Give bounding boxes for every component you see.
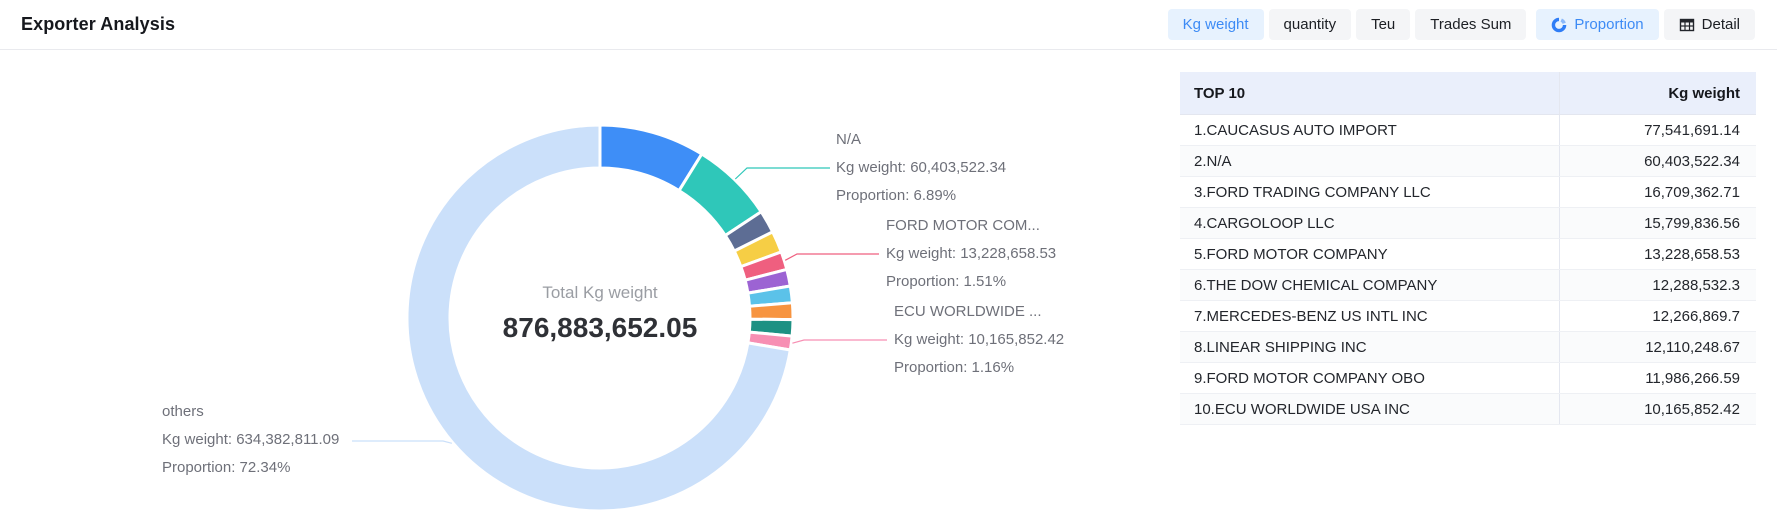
table-header-row: TOP 10 Kg weight — [1180, 72, 1756, 115]
tab-teu[interactable]: Teu — [1356, 9, 1410, 40]
company-cell: 4.CARGOLOOP LLC — [1180, 208, 1560, 238]
chart-center: Total Kg weight 876,883,652.05 — [450, 283, 750, 344]
company-cell: 7.MERCEDES-BENZ US INTL INC — [1180, 301, 1560, 331]
tab-kg-weight[interactable]: Kg weight — [1168, 9, 1264, 40]
table-header-kg-weight: Kg weight — [1560, 72, 1756, 114]
company-cell: 1.CAUCASUS AUTO IMPORT — [1180, 115, 1560, 145]
slice-label-name: N/A — [836, 126, 1006, 154]
table-header-top10: TOP 10 — [1180, 72, 1560, 114]
slice-label-kg-weight: Kg weight: 10,165,852.42 — [894, 326, 1064, 354]
slice-label-proportion: Proportion: 1.51% — [886, 268, 1056, 296]
tab-trades-sum[interactable]: Trades Sum — [1415, 9, 1526, 40]
tab-quantity[interactable]: quantity — [1269, 9, 1352, 40]
table-row-4: 4.CARGOLOOP LLC15,799,836.56 — [1180, 208, 1756, 239]
company-cell: 5.FORD MOTOR COMPANY — [1180, 239, 1560, 269]
button-label: Detail — [1702, 16, 1740, 33]
value-cell: 12,288,532.3 — [1560, 270, 1756, 300]
value-cell: 60,403,522.34 — [1560, 146, 1756, 176]
slice-label-name: ECU WORLDWIDE ... — [894, 298, 1064, 326]
value-cell: 12,266,869.7 — [1560, 301, 1756, 331]
value-cell: 16,709,362.71 — [1560, 177, 1756, 207]
value-cell: 11,986,266.59 — [1560, 363, 1756, 393]
page-title: Exporter Analysis — [21, 14, 175, 35]
slice-label-n-a: N/AKg weight: 60,403,522.34Proportion: 6… — [836, 126, 1006, 210]
top10-table: TOP 10 Kg weight 1.CAUCASUS AUTO IMPORT7… — [1180, 72, 1756, 425]
table-row-5: 5.FORD MOTOR COMPANY13,228,658.53 — [1180, 239, 1756, 270]
slice-label-others: othersKg weight: 634,382,811.09Proportio… — [162, 398, 339, 482]
value-cell: 15,799,836.56 — [1560, 208, 1756, 238]
slice-label-proportion: Proportion: 6.89% — [836, 182, 1006, 210]
table-row-7: 7.MERCEDES-BENZ US INTL INC12,266,869.7 — [1180, 301, 1756, 332]
page-header: Exporter Analysis Kg weightquantityTeuTr… — [0, 0, 1777, 50]
table-row-1: 1.CAUCASUS AUTO IMPORT77,541,691.14 — [1180, 115, 1756, 146]
view-buttons: Proportion Detail — [1536, 9, 1755, 40]
value-cell: 13,228,658.53 — [1560, 239, 1756, 269]
slice-label-name: others — [162, 398, 339, 426]
company-cell: 6.THE DOW CHEMICAL COMPANY — [1180, 270, 1560, 300]
donut-slice-linear-shipping-inc[interactable] — [750, 303, 794, 320]
label-line-ecu-worldwide-usa-inc — [792, 340, 887, 343]
table-row-10: 10.ECU WORLDWIDE USA INC10,165,852.42 — [1180, 394, 1756, 425]
company-cell: 8.LINEAR SHIPPING INC — [1180, 332, 1560, 362]
slice-label-kg-weight: Kg weight: 13,228,658.53 — [886, 240, 1056, 268]
company-cell: 10.ECU WORLDWIDE USA INC — [1180, 394, 1560, 424]
slice-label-ford-motor-company: FORD MOTOR COM...Kg weight: 13,228,658.5… — [886, 212, 1056, 296]
detail-button[interactable]: Detail — [1664, 9, 1755, 40]
slice-label-kg-weight: Kg weight: 60,403,522.34 — [836, 154, 1006, 182]
table-row-8: 8.LINEAR SHIPPING INC12,110,248.67 — [1180, 332, 1756, 363]
label-line-others — [352, 441, 452, 443]
table-row-3: 3.FORD TRADING COMPANY LLC16,709,362.71 — [1180, 177, 1756, 208]
table-body: 1.CAUCASUS AUTO IMPORT77,541,691.142.N/A… — [1180, 115, 1756, 425]
slice-label-name: FORD MOTOR COM... — [886, 212, 1056, 240]
slice-label-proportion: Proportion: 1.16% — [894, 354, 1064, 382]
value-cell: 10,165,852.42 — [1560, 394, 1756, 424]
button-label: Proportion — [1574, 16, 1643, 33]
table-row-9: 9.FORD MOTOR COMPANY OBO11,986,266.59 — [1180, 363, 1756, 394]
value-cell: 77,541,691.14 — [1560, 115, 1756, 145]
label-line-ford-motor-company — [785, 254, 879, 260]
chart-center-value: 876,883,652.05 — [450, 312, 750, 344]
toolbar: Kg weightquantityTeuTrades Sum Proportio… — [1168, 9, 1755, 40]
slice-label-ecu-worldwide-usa-inc: ECU WORLDWIDE ...Kg weight: 10,165,852.4… — [894, 298, 1064, 382]
metric-tabs: Kg weightquantityTeuTrades Sum — [1168, 9, 1527, 40]
table-row-6: 6.THE DOW CHEMICAL COMPANY12,288,532.3 — [1180, 270, 1756, 301]
table-icon — [1679, 17, 1695, 33]
value-cell: 12,110,248.67 — [1560, 332, 1756, 362]
chart-center-label: Total Kg weight — [450, 283, 750, 303]
table-row-2: 2.N/A60,403,522.34 — [1180, 146, 1756, 177]
pie-chart-icon — [1551, 17, 1567, 33]
label-line-n-a — [735, 168, 830, 179]
slice-label-proportion: Proportion: 72.34% — [162, 454, 339, 482]
slice-label-kg-weight: Kg weight: 634,382,811.09 — [162, 426, 339, 454]
proportion-button[interactable]: Proportion — [1536, 9, 1658, 40]
company-cell: 3.FORD TRADING COMPANY LLC — [1180, 177, 1560, 207]
company-cell: 9.FORD MOTOR COMPANY OBO — [1180, 363, 1560, 393]
company-cell: 2.N/A — [1180, 146, 1560, 176]
